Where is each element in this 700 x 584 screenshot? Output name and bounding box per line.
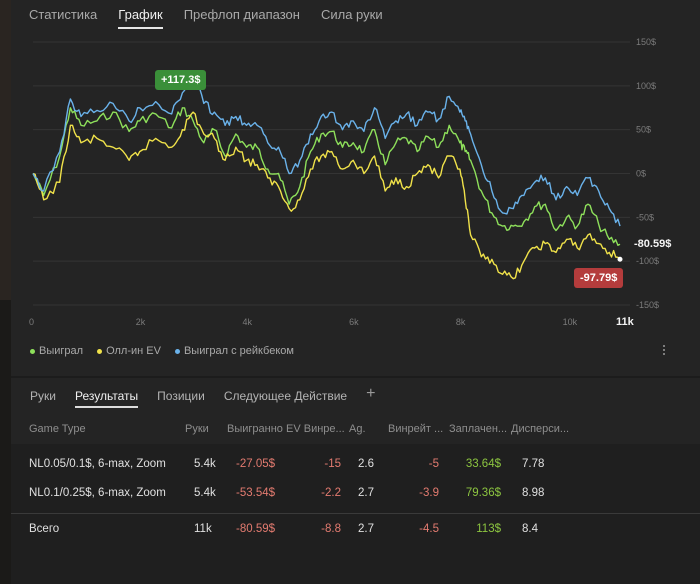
cell-ev-winrate: -15	[324, 458, 341, 470]
cell-aggression: 2.7	[358, 487, 374, 499]
col-ev-winrate[interactable]: EV Винре...	[286, 423, 345, 435]
legend-dot-icon	[30, 348, 35, 354]
legend-label: Олл-ин EV	[106, 345, 161, 357]
series-line	[32, 111, 621, 280]
legend-item-allin-ev[interactable]: Олл-ин EV	[97, 345, 161, 357]
tab-results[interactable]: Результаты	[74, 389, 139, 408]
y-tick-label: 100$	[636, 81, 656, 91]
table-header: Game Type Руки Выигранно EV Винре... Ag.…	[11, 416, 700, 442]
x-tick-label: 4k	[242, 317, 252, 327]
y-tick-label: 150$	[636, 37, 656, 47]
bottom-tab-bar: Руки Результаты Позиции Следующее Действ…	[30, 385, 375, 408]
min-ev-badge: -97.79$	[574, 268, 624, 288]
cell-aggression: 2.6	[358, 458, 374, 470]
tab-next-action[interactable]: Следующее Действие	[224, 389, 347, 406]
cell-variance: 7.78	[522, 458, 545, 470]
legend-item-won-rakeback[interactable]: Выиграл с рейкбеком	[174, 345, 294, 357]
section-divider	[11, 376, 700, 378]
cell-won: -27.05$	[236, 458, 276, 470]
legend-label: Выиграл с рейкбеком	[183, 345, 294, 357]
col-variance[interactable]: Дисперси...	[511, 423, 569, 435]
tab-positions[interactable]: Позиции	[157, 389, 205, 406]
x-max-label: 11k	[616, 316, 635, 328]
plus-icon[interactable]: +	[366, 385, 375, 403]
cell-winrate: -5	[428, 458, 439, 470]
col-won[interactable]: Выигранно	[227, 423, 283, 435]
profit-graph: 150$ 100$ 50$ 0$ -50$ -100$ -150$ 0 2k 4k 6k 8k 10k 1…	[29, 37, 659, 328]
cell-rake-paid: 33.64$	[465, 458, 501, 470]
x-tick-label: 0	[29, 317, 34, 327]
y-tick-label: -150$	[636, 300, 659, 310]
cell-ev-winrate: -2.2	[321, 487, 341, 499]
y-tick-label: -50$	[636, 212, 654, 222]
col-winrate[interactable]: Винрейт ...	[388, 423, 443, 435]
table-row[interactable]: NL0.1/0.25$, 6-max, Zoom 5.4k -53.54$ -2…	[11, 480, 700, 508]
end-value-label: -80.59$	[634, 238, 672, 250]
tab-statistics[interactable]: Статистика	[29, 7, 97, 29]
legend-dot-icon	[174, 348, 180, 354]
col-aggression[interactable]: Ag.	[349, 423, 366, 435]
x-tick-label: 8k	[456, 317, 466, 327]
cell-hands: 5.4k	[194, 487, 216, 499]
max-profit-badge: +117.3$	[155, 70, 207, 90]
cell-variance: 8.4	[522, 523, 538, 535]
cell-rake-paid: 79.36$	[465, 487, 501, 499]
col-game-type[interactable]: Game Type	[29, 423, 86, 435]
cell-aggression: 2.7	[358, 523, 374, 535]
legend-label: Выиграл	[39, 345, 84, 357]
top-tab-bar: Статистика График Префлоп диапазон Сила …	[29, 7, 404, 29]
y-tick-label: 50$	[636, 125, 651, 135]
x-tick-label: 6k	[349, 317, 359, 327]
cell-hands: 11k	[194, 523, 212, 535]
col-rake-paid[interactable]: Заплачен...	[449, 423, 507, 435]
col-hands[interactable]: Руки	[185, 423, 209, 435]
cell-won: -80.59$	[236, 523, 276, 535]
legend-item-won[interactable]: Выиграл	[30, 345, 83, 357]
y-tick-label: -100$	[636, 256, 659, 266]
cell-game-type: NL0.1/0.25$, 6-max, Zoom	[29, 487, 166, 499]
tab-hand-strength[interactable]: Сила руки	[321, 7, 383, 29]
tab-graph[interactable]: График	[118, 7, 163, 29]
cell-variance: 8.98	[522, 487, 545, 499]
table-total-row[interactable]: Всего 11k -80.59$ -8.8 2.7 -4.5 113$ 8.4	[11, 516, 700, 544]
cell-hands: 5.4k	[194, 458, 216, 470]
cell-winrate: -3.9	[419, 487, 439, 499]
chart-legend: Выиграл Олл-ин EV Выиграл с рейкбеком	[30, 345, 308, 357]
series-line	[32, 107, 621, 246]
legend-dot-icon	[97, 348, 103, 354]
cell-winrate: -4.5	[419, 523, 439, 535]
total-separator	[11, 513, 700, 514]
x-tick-label: 10k	[563, 317, 578, 327]
cell-ev-winrate: -8.8	[321, 523, 341, 535]
cell-game-type: NL0.05/0.1$, 6-max, Zoom	[29, 458, 166, 470]
cell-rake-paid: 113$	[476, 523, 501, 535]
y-tick-label: 0$	[636, 169, 646, 179]
x-tick-label: 2k	[136, 317, 146, 327]
cell-game-type: Всего	[29, 523, 60, 535]
kebab-menu-icon[interactable]	[660, 343, 668, 357]
cell-won: -53.54$	[236, 487, 276, 499]
table-row[interactable]: NL0.05/0.1$, 6-max, Zoom 5.4k -27.05$ -1…	[11, 451, 700, 479]
tab-hands[interactable]: Руки	[30, 389, 56, 406]
end-point-marker	[617, 256, 623, 262]
tab-preflop-range[interactable]: Префлоп диапазон	[184, 7, 300, 29]
